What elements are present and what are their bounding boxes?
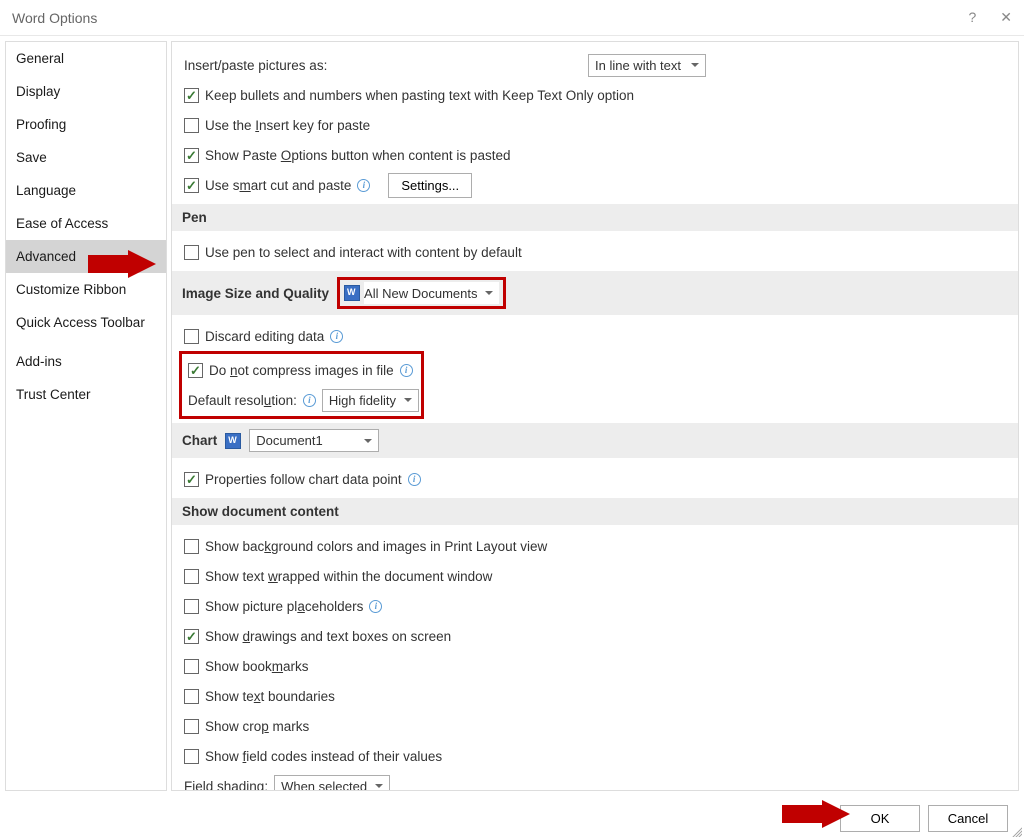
section-pen: Pen [172, 204, 1018, 231]
default-resolution-label: Default resolution: [188, 393, 297, 408]
chk-bookmarks[interactable] [184, 659, 199, 674]
lbl-text-wrapped: Show text wrapped within the document wi… [205, 569, 492, 584]
sidebar-item-display[interactable]: Display [6, 75, 166, 108]
sidebar-item-ease-of-access[interactable]: Ease of Access [6, 207, 166, 240]
lbl-drawings: Show drawings and text boxes on screen [205, 629, 451, 644]
lbl-bg-colors: Show background colors and images in Pri… [205, 539, 547, 554]
sidebar-item-save[interactable]: Save [6, 141, 166, 174]
sidebar-item-customize-ribbon[interactable]: Customize Ribbon [6, 273, 166, 306]
info-icon[interactable] [303, 394, 316, 407]
lbl-insert-key: Use the Insert key for paste [205, 118, 370, 133]
chart-scope-dropdown[interactable]: Document1 [249, 429, 379, 452]
lbl-text-boundaries: Show text boundaries [205, 689, 335, 704]
section-image-size-label: Image Size and Quality [182, 286, 329, 301]
field-shading-label: Field shading: [184, 779, 268, 791]
cancel-button[interactable]: Cancel [928, 805, 1008, 832]
ok-button[interactable]: OK [840, 805, 920, 832]
info-icon[interactable] [330, 330, 343, 343]
chk-smart-cut[interactable] [184, 178, 199, 193]
lbl-keep-bullets: Keep bullets and numbers when pasting te… [205, 88, 634, 103]
sidebar-item-advanced[interactable]: Advanced [6, 240, 166, 273]
info-icon[interactable] [408, 473, 421, 486]
chk-no-compress[interactable] [188, 363, 203, 378]
dialog-footer: OK Cancel [0, 797, 1024, 839]
section-chart: Chart Document1 [172, 423, 1018, 458]
chk-show-paste-options[interactable] [184, 148, 199, 163]
chk-crop-marks[interactable] [184, 719, 199, 734]
chk-text-boundaries[interactable] [184, 689, 199, 704]
help-icon[interactable]: ? [968, 9, 976, 26]
resize-grip[interactable] [1010, 825, 1022, 837]
lbl-use-pen: Use pen to select and interact with cont… [205, 245, 522, 260]
lbl-smart-cut: Use smart cut and paste [205, 178, 351, 193]
category-sidebar: General Display Proofing Save Language E… [5, 41, 167, 791]
chk-field-codes[interactable] [184, 749, 199, 764]
chk-text-wrapped[interactable] [184, 569, 199, 584]
info-icon[interactable] [400, 364, 413, 377]
sidebar-item-add-ins[interactable]: Add-ins [6, 345, 166, 378]
lbl-pic-placeholders: Show picture placeholders [205, 599, 363, 614]
lbl-show-paste-options: Show Paste Options button when content i… [205, 148, 510, 163]
lbl-discard-editing: Discard editing data [205, 329, 324, 344]
insert-pictures-label: Insert/paste pictures as: [184, 58, 582, 73]
field-shading-dropdown[interactable]: When selected [274, 775, 390, 791]
chk-drawings[interactable] [184, 629, 199, 644]
chk-use-pen[interactable] [184, 245, 199, 260]
insert-pictures-dropdown[interactable]: In line with text [588, 54, 706, 77]
word-doc-icon [344, 285, 360, 301]
sidebar-item-general[interactable]: General [6, 42, 166, 75]
titlebar: Word Options ? ✕ [0, 0, 1024, 36]
settings-content[interactable]: Insert/paste pictures as: In line with t… [172, 42, 1018, 790]
lbl-crop-marks: Show crop marks [205, 719, 309, 734]
sidebar-item-trust-center[interactable]: Trust Center [6, 378, 166, 411]
sidebar-item-language[interactable]: Language [6, 174, 166, 207]
lbl-no-compress: Do not compress images in file [209, 363, 394, 378]
section-image-size: Image Size and Quality All New Documents [172, 271, 1018, 315]
lbl-bookmarks: Show bookmarks [205, 659, 309, 674]
default-resolution-dropdown[interactable]: High fidelity [322, 389, 419, 412]
chk-pic-placeholders[interactable] [184, 599, 199, 614]
sidebar-item-proofing[interactable]: Proofing [6, 108, 166, 141]
chk-discard-editing[interactable] [184, 329, 199, 344]
section-show-document-content: Show document content [172, 498, 1018, 525]
word-doc-icon [225, 433, 241, 449]
info-icon[interactable] [357, 179, 370, 192]
lbl-chart-properties: Properties follow chart data point [205, 472, 402, 487]
image-scope-dropdown[interactable]: All New Documents [364, 282, 499, 304]
chk-insert-key[interactable] [184, 118, 199, 133]
close-icon[interactable]: ✕ [1000, 9, 1012, 26]
chk-chart-properties[interactable] [184, 472, 199, 487]
section-chart-label: Chart [182, 433, 217, 448]
settings-button[interactable]: Settings... [388, 173, 472, 198]
info-icon[interactable] [369, 600, 382, 613]
chk-bg-colors[interactable] [184, 539, 199, 554]
window-title: Word Options [12, 10, 97, 26]
lbl-field-codes: Show field codes instead of their values [205, 749, 442, 764]
chk-keep-bullets[interactable] [184, 88, 199, 103]
sidebar-item-quick-access-toolbar[interactable]: Quick Access Toolbar [6, 306, 166, 339]
